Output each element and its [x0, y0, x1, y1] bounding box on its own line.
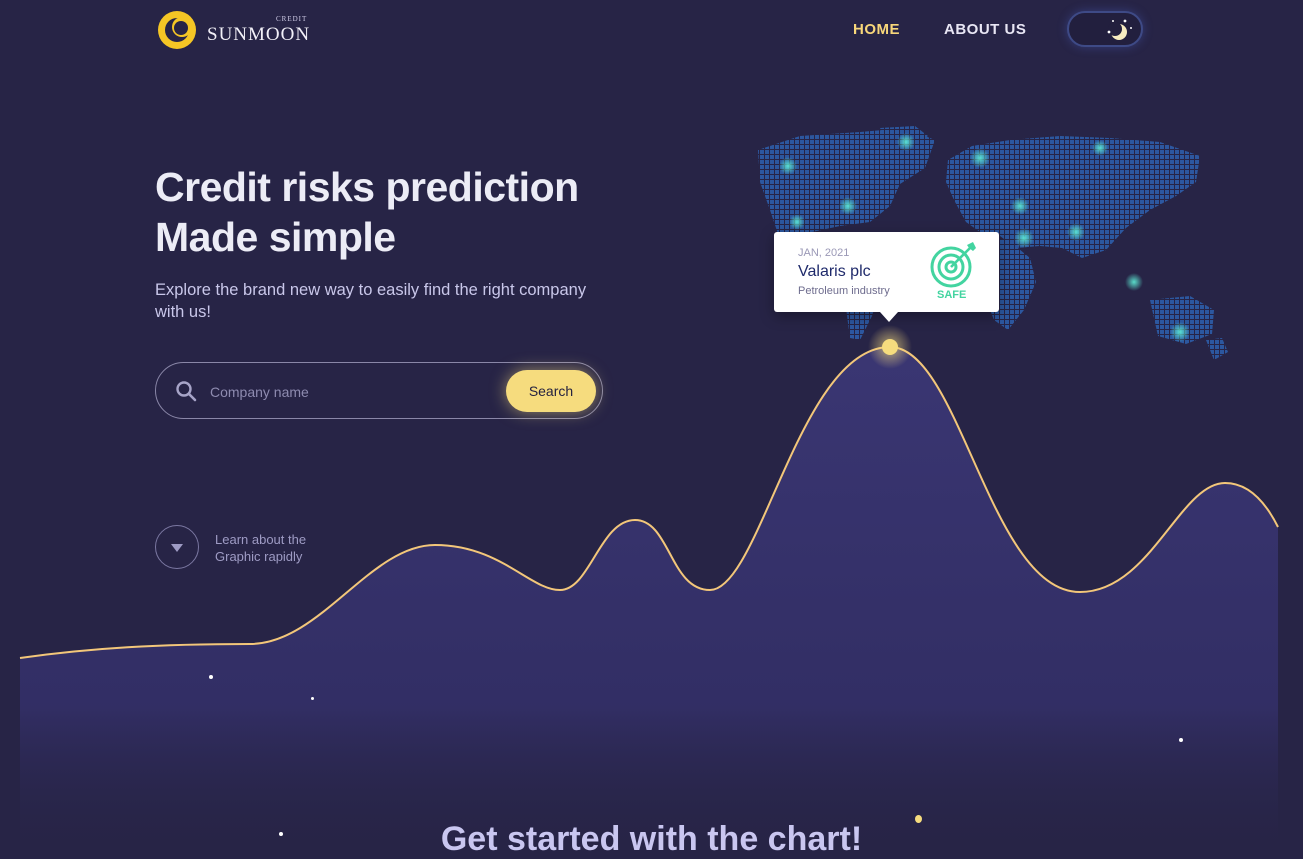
tooltip-industry: Petroleum industry: [798, 285, 890, 297]
company-tooltip-card[interactable]: JAN, 2021 Valaris plc Petroleum industry…: [774, 232, 999, 322]
search-button[interactable]: Search: [506, 370, 596, 412]
moon-stars-icon: [1107, 19, 1132, 40]
search-icon: [176, 381, 197, 402]
peak-marker: [882, 339, 898, 355]
section-title: Get started with the chart!: [440, 820, 863, 858]
star: [1179, 738, 1183, 742]
search-bar: Search: [155, 362, 603, 419]
learn-more-button[interactable]: [155, 525, 199, 569]
hero-title-line1: Credit risks prediction: [155, 164, 579, 210]
chevron-down-icon: [171, 544, 183, 552]
tooltip-company-name: Valaris plc: [798, 263, 871, 280]
star: [209, 675, 213, 679]
nav-about-link[interactable]: ABOUT US: [944, 21, 1026, 38]
target-icon: [930, 242, 976, 288]
hero-title: Credit risks prediction Made simple: [155, 162, 579, 262]
theme-toggle[interactable]: [1067, 11, 1143, 47]
company-search-input[interactable]: [208, 380, 492, 404]
crescent-logo-icon: [158, 11, 196, 49]
tooltip-date: JAN, 2021: [798, 247, 850, 259]
hero-subtitle: Explore the brand new way to easily find…: [155, 281, 587, 321]
nav-home-link[interactable]: HOME: [853, 21, 900, 38]
logo[interactable]: CREDIT SUNMOON: [157, 10, 317, 50]
logo-tagline: CREDIT: [276, 15, 308, 23]
chart-area: [20, 347, 1278, 856]
hero-chart: [19, 126, 1279, 856]
star: [311, 697, 314, 700]
header: CREDIT SUNMOON HOME ABOUT US: [0, 0, 1303, 62]
logo-text: SUNMOON: [207, 24, 311, 45]
hero-title-line2: Made simple: [155, 214, 396, 260]
learn-more-text[interactable]: Learn about the Graphic rapidly: [215, 531, 335, 565]
tooltip-status-badge: SAFE: [937, 289, 967, 301]
